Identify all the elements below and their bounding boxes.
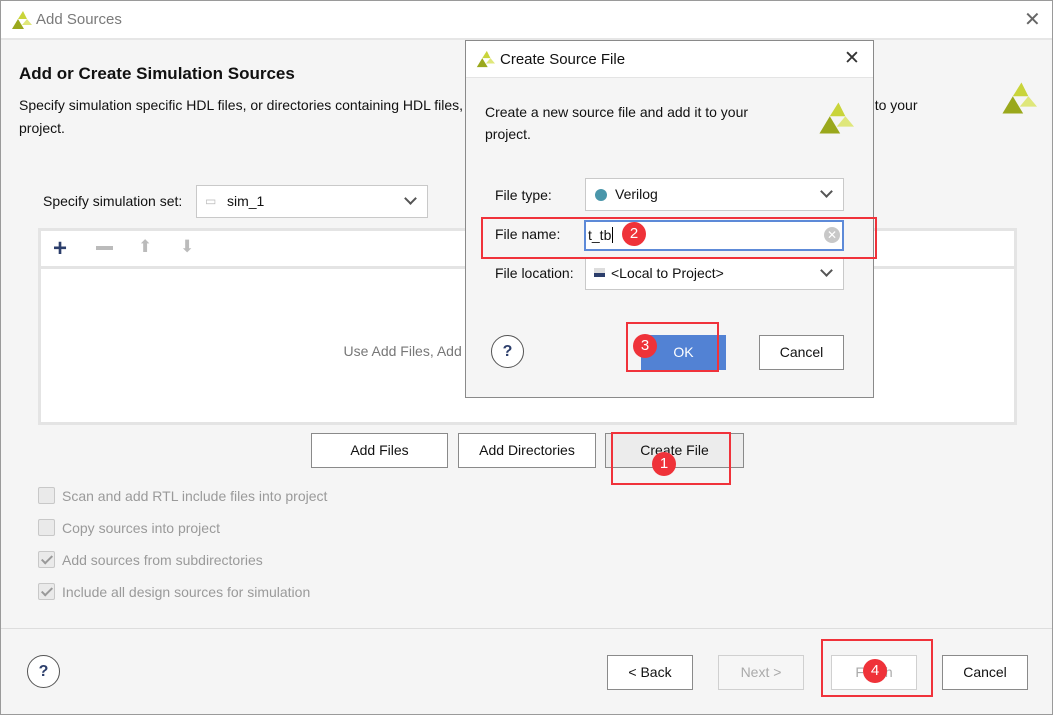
cancel-button[interactable]: Cancel (942, 655, 1028, 690)
xilinx-logo-icon (819, 102, 854, 134)
annotation-badge-1: 1 (652, 452, 676, 476)
file-type-select[interactable]: Verilog (585, 178, 844, 211)
xilinx-logo-icon (12, 11, 32, 29)
move-up-icon[interactable]: ⬆ (138, 237, 152, 257)
dialog-description: Create a new source file and add it to y… (485, 104, 749, 142)
option-label: Copy sources into project (62, 520, 220, 536)
remove-icon[interactable] (96, 246, 113, 250)
file-location-value: <Local to Project> (611, 265, 724, 281)
chevron-down-icon (404, 192, 417, 205)
sim-set-select[interactable]: ▭ sim_1 (196, 185, 428, 218)
page-title: Add or Create Simulation Sources (19, 64, 295, 83)
back-button[interactable]: < Back (607, 655, 693, 690)
option-label: Add sources from subdirectories (62, 552, 263, 568)
add-files-button[interactable]: Add Files (311, 433, 448, 468)
annotation-box-2 (481, 217, 877, 259)
next-button: Next > (718, 655, 804, 690)
file-type-label: File type: (495, 187, 552, 203)
file-location-label: File location: (495, 265, 574, 281)
checkbox-add-subdirs[interactable] (38, 551, 55, 568)
add-icon[interactable]: + (53, 235, 67, 263)
sim-set-value: sim_1 (227, 193, 265, 209)
footer-divider (1, 628, 1052, 629)
chevron-down-icon (820, 185, 833, 198)
chevron-down-icon (820, 264, 833, 277)
annotation-badge-4: 4 (863, 659, 887, 683)
description-line2: project. (19, 120, 65, 136)
file-type-value: Verilog (615, 186, 658, 202)
checkbox-scan-rtl[interactable] (38, 487, 55, 504)
annotation-badge-3: 3 (633, 334, 657, 358)
file-location-select[interactable]: <Local to Project> (585, 257, 844, 290)
window-title: Add Sources (36, 11, 122, 28)
xilinx-logo-icon (476, 50, 495, 68)
verilog-icon (595, 189, 607, 201)
folder-icon (594, 268, 605, 277)
option-label: Scan and add RTL include files into proj… (62, 488, 328, 504)
annotation-badge-2: 2 (622, 222, 646, 246)
add-directories-button[interactable]: Add Directories (458, 433, 596, 468)
dialog-cancel-button[interactable]: Cancel (759, 335, 844, 370)
option-label: Include all design sources for simulatio… (62, 584, 311, 600)
folder-icon: ▭ (205, 194, 217, 208)
checkbox-copy-sources[interactable] (38, 519, 55, 536)
help-button[interactable]: ? (27, 655, 60, 688)
xilinx-logo-icon (1002, 82, 1037, 114)
sim-set-label: Specify simulation set: (43, 193, 183, 209)
checkbox-include-all[interactable] (38, 583, 55, 600)
close-icon[interactable]: ✕ (844, 47, 860, 70)
dialog-title-bar: Create Source File ✕ (466, 41, 873, 78)
dialog-help-button[interactable]: ? (491, 335, 524, 368)
dialog-title: Create Source File (500, 51, 626, 68)
close-icon[interactable]: ✕ (1024, 7, 1041, 32)
title-bar: Add Sources ✕ (1, 1, 1052, 40)
move-down-icon[interactable]: ⬇ (180, 237, 194, 257)
